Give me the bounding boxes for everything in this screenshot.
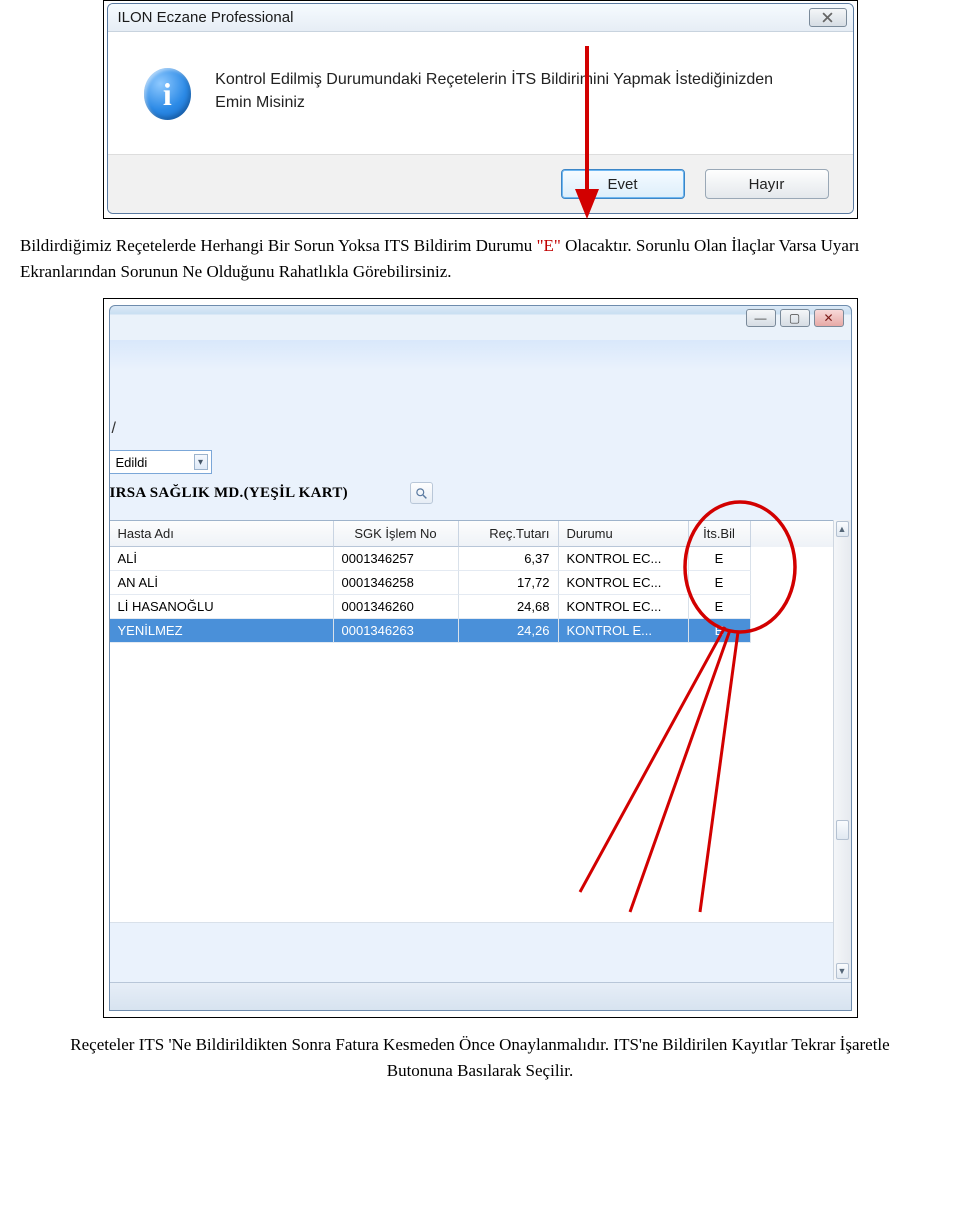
cell-hasta: YENİLMEZ [110,619,334,643]
cell-tutar: 24,26 [459,619,559,643]
window-close-button[interactable]: ✕ [814,309,844,327]
caption-1-pre: Bildirdiğimiz Reçetelerde Herhangi Bir S… [20,236,537,255]
caption-1: Bildirdiğimiz Reçetelerde Herhangi Bir S… [20,233,940,284]
no-button[interactable]: Hayır [705,169,829,199]
scroll-up-arrow[interactable]: ▲ [836,521,849,537]
cell-durum: KONTROL E... [559,619,689,643]
dialog-button-row: Evet Hayır [108,154,853,213]
info-icon: i [144,68,192,120]
grid-window: — ▢ ✕ / Edildi ▾ IRSA SAĞLIK MD.(YEŞİL K… [109,305,852,1011]
cell-durum: KONTROL EC... [559,571,689,595]
header-label: IRSA SAĞLIK MD.(YEŞİL KART) [110,485,348,502]
yes-button[interactable]: Evet [561,169,685,199]
vertical-scrollbar[interactable]: ▲ ▼ [833,520,851,980]
prescription-grid[interactable]: Hasta Adı SGK İşlem No Reç.Tutarı Durumu… [110,520,833,923]
magnifier-icon [415,487,428,500]
cell-tutar: 17,72 [459,571,559,595]
cell-its: E [689,619,751,643]
partial-tab-mark: / [112,420,116,438]
table-row[interactable]: AN ALİ000134625817,72KONTROL EC...E [110,571,833,595]
cell-its: E [689,595,751,619]
client-area: / Edildi ▾ IRSA SAĞLIK MD.(YEŞİL KART) H… [110,340,851,1010]
cell-sgk: 0001346260 [334,595,459,619]
table-row[interactable]: ALİ00013462576,37KONTROL EC...E [110,547,833,571]
caption-2: Reçeteler ITS 'Ne Bildirildikten Sonra F… [65,1032,895,1083]
table-row[interactable]: Lİ HASANOĞLU000134626024,68KONTROL EC...… [110,595,833,619]
scroll-down-arrow[interactable]: ▼ [836,963,849,979]
grid-header: Hasta Adı SGK İşlem No Reç.Tutarı Durumu… [110,521,833,547]
grid-window-frame: — ▢ ✕ / Edildi ▾ IRSA SAĞLIK MD.(YEŞİL K… [103,298,858,1018]
cell-tutar: 6,37 [459,547,559,571]
col-hasta[interactable]: Hasta Adı [110,521,334,547]
grid-bottom-bar [110,982,851,1010]
cell-its: E [689,547,751,571]
maximize-button[interactable]: ▢ [780,309,810,327]
cell-durum: KONTROL EC... [559,595,689,619]
status-combo-value: Edildi [116,455,148,470]
dialog-titlebar: ILON Eczane Professional [108,4,853,32]
close-button[interactable] [809,8,847,27]
table-row[interactable]: YENİLMEZ000134626324,26KONTROL E...E [110,619,833,643]
cell-hasta: AN ALİ [110,571,334,595]
cell-hasta: ALİ [110,547,334,571]
dialog-message: Kontrol Edilmiş Durumundaki Reçetelerin … [215,68,812,114]
minimize-button[interactable]: — [746,309,776,327]
chevron-down-icon: ▾ [194,454,208,470]
cell-durum: KONTROL EC... [559,547,689,571]
col-tutar[interactable]: Reç.Tutarı [459,521,559,547]
cell-hasta: Lİ HASANOĞLU [110,595,334,619]
col-its[interactable]: İts.Bil [689,521,751,547]
search-button[interactable] [410,482,433,504]
window-controls: — ▢ ✕ [746,309,844,327]
col-durum[interactable]: Durumu [559,521,689,547]
scroll-thumb[interactable] [836,820,849,840]
confirmation-dialog-frame: ILON Eczane Professional i Kontrol Edilm… [103,0,858,219]
confirmation-dialog: ILON Eczane Professional i Kontrol Edilm… [107,3,854,214]
dialog-title: ILON Eczane Professional [118,9,294,26]
cell-sgk: 0001346258 [334,571,459,595]
cell-tutar: 24,68 [459,595,559,619]
status-combo[interactable]: Edildi ▾ [110,450,212,474]
cell-sgk: 0001346263 [334,619,459,643]
cell-sgk: 0001346257 [334,547,459,571]
dialog-body: i Kontrol Edilmiş Durumundaki Reçeteleri… [108,32,853,154]
caption-1-red: "E" [537,236,561,255]
cell-its: E [689,571,751,595]
close-icon [822,12,833,23]
grid-empty-area [110,643,833,923]
col-sgk[interactable]: SGK İşlem No [334,521,459,547]
